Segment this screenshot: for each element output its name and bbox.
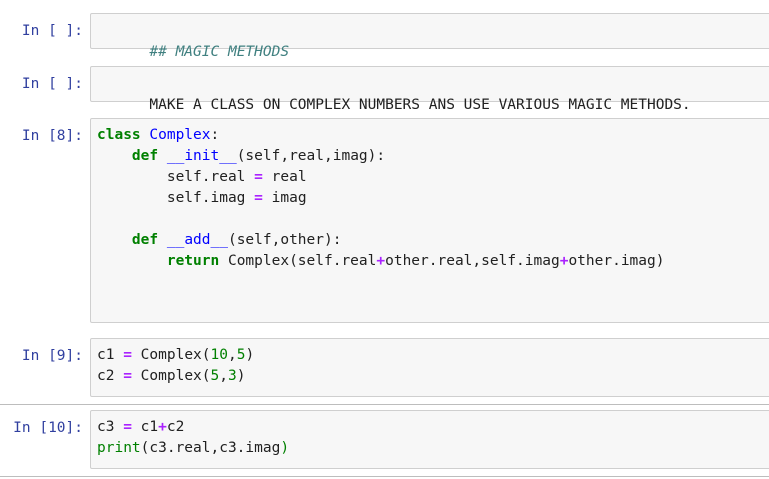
notebook-cell-markdown-heading[interactable]: In [ ]: ## MAGIC METHODS [0,13,769,60]
notebook-cell-code-class-complex[interactable]: In [8]: class Complex: def __init__(self… [0,118,769,323]
code-token: ) [236,368,246,384]
code-token: real [271,169,307,185]
code-token: other.imag) [568,253,665,269]
cell-input-area[interactable]: MAKE A CLASS ON COMPLEX NUMBERS ANS USE … [90,66,769,113]
operator: = [254,190,263,206]
notebook-cell-code-instances[interactable]: In [9]: c1 = Complex(10,5) c2 = Complex(… [0,338,769,397]
number-literal: 5 [210,368,220,384]
code-token: imag [271,190,307,206]
cell-input-area[interactable]: class Complex: def __init__(self,real,im… [90,118,769,323]
notebook-cell-code-add-print[interactable]: In [10]: c3 = c1+c2 print(c3.real,c3.ima… [0,410,769,469]
cell-prompt: In [ ]: [21,23,83,39]
code-token: other.real,self.imag [385,253,560,269]
code-token: , [219,368,228,384]
code-token: c1 [97,347,115,363]
method-name-add: __add__ [166,232,228,248]
code-token: ) [280,440,290,456]
cell-input-area[interactable]: c3 = c1+c2 print(c3.real,c3.imag) [90,410,769,469]
cell-prompt: In [9]: [21,348,83,364]
operator: + [376,253,386,269]
text-source-line: MAKE A CLASS ON COMPLEX NUMBERS ANS USE … [149,97,691,113]
operator: = [254,169,263,185]
code-token: c3 [97,419,115,435]
cell-separator [0,476,769,477]
operator: = [123,419,132,435]
cell-prompt: In [8]: [21,128,83,144]
keyword-return: return [166,253,220,269]
code-token: : [210,127,220,143]
code-token: Complex [140,347,202,363]
code-token: ( [201,347,211,363]
code-token: self.real [166,169,246,185]
code-token: (self,real,imag): [236,148,386,164]
cell-prompt: In [10]: [13,420,83,436]
code-token: ) [245,347,255,363]
code-token: Complex(self.real [227,253,377,269]
code-token: (c3.real,c3.imag [140,440,281,456]
cell-input-area[interactable]: c1 = Complex(10,5) c2 = Complex(5,3) [90,338,769,397]
markdown-source-line: ## MAGIC METHODS [149,44,290,60]
cell-separator [0,404,769,405]
code-token: (self,other): [227,232,342,248]
code-token: ( [201,368,211,384]
code-token: c1 [140,419,159,435]
operator: + [158,419,167,435]
keyword-def: def [131,232,159,248]
cell-prompt: In [ ]: [21,76,83,92]
builtin-print: print [97,440,141,456]
code-token: self.imag [166,190,246,206]
cell-input-area[interactable]: ## MAGIC METHODS [90,13,769,60]
number-literal: 3 [227,368,237,384]
code-token: Complex [140,368,202,384]
operator: = [123,347,132,363]
code-token: c2 [166,419,185,435]
notebook-cell-text[interactable]: In [ ]: MAKE A CLASS ON COMPLEX NUMBERS … [0,66,769,113]
code-token: c2 [97,368,115,384]
method-name-init: __init__ [166,148,237,164]
keyword-class: class [97,127,141,143]
keyword-def: def [131,148,159,164]
code-token: , [227,347,237,363]
class-name: Complex [149,127,211,143]
number-literal: 10 [210,347,228,363]
operator: = [123,368,132,384]
